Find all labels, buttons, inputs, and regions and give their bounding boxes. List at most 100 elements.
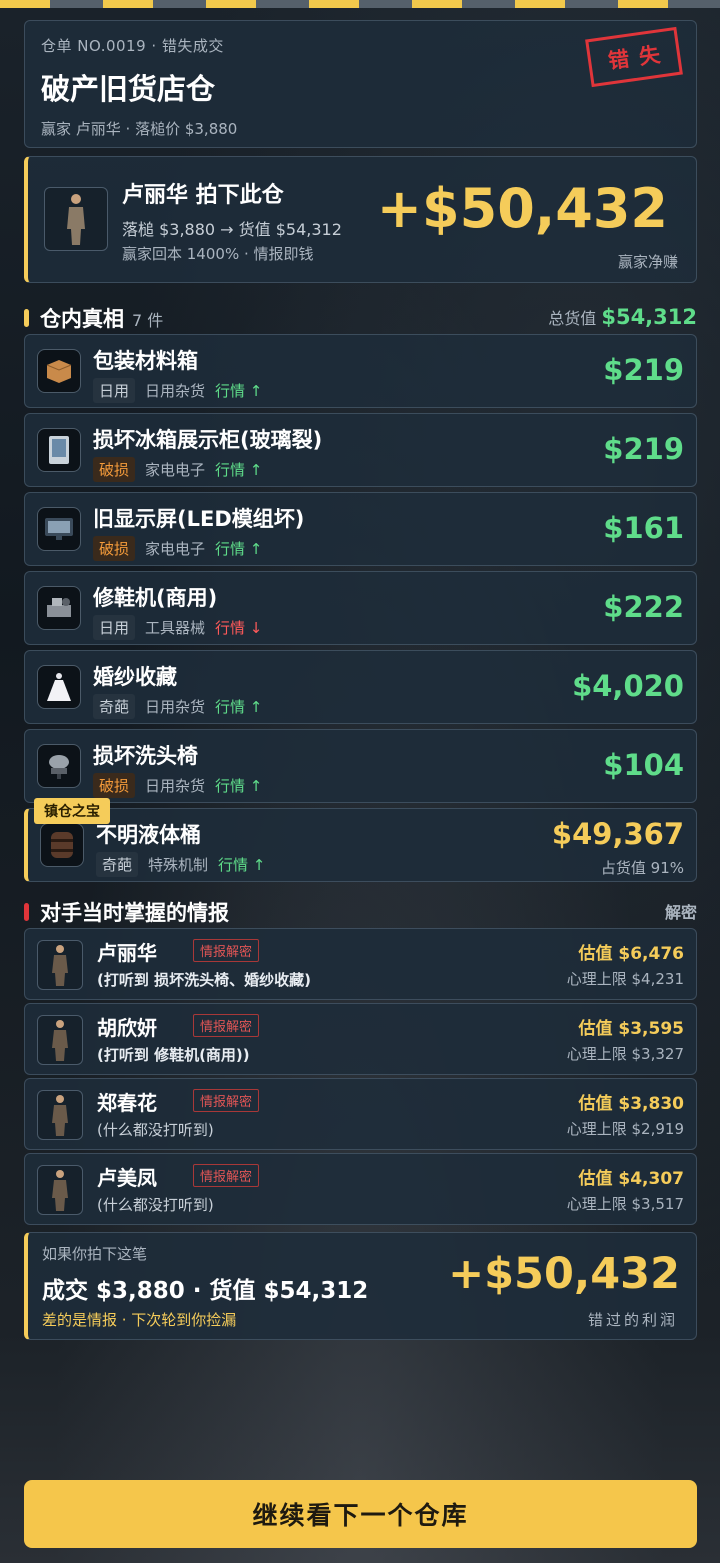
rival-limit: 心理上限 $2,919 [566, 1120, 684, 1138]
item-row[interactable]: 损坏洗头椅 破损 日用杂货 行情 ↑ $104 [24, 729, 697, 803]
dress-icon [37, 665, 81, 709]
rival-name: 郑春花 [97, 1091, 157, 1115]
treasure-badge: 镇仓之宝 [34, 798, 110, 824]
item-price: $219 [603, 432, 684, 466]
intel-section-header: 对手当时掌握的情报 解密 [24, 897, 697, 927]
rival-avatar [37, 940, 83, 990]
item-row[interactable]: 包装材料箱 日用 日用杂货 行情 ↑ $219 [24, 334, 697, 408]
rival-intel-row[interactable]: 卢美凤 情报解密 (什么都没打听到) 估值 $4,307 心理上限 $3,517 [24, 1153, 697, 1225]
total-value: $54,312 [601, 305, 697, 329]
rival-avatar [37, 1165, 83, 1215]
item-name: 包装材料箱 [93, 349, 198, 373]
item-price: $104 [603, 748, 684, 782]
treasure-category: 特殊机制 [148, 856, 209, 874]
winner-summary: 赢家 卢丽华 · 落槌价 $3,880 [41, 120, 238, 138]
treasure-price: $49,367 [551, 817, 684, 851]
rival-intel: (什么都没打听到) [97, 1196, 214, 1214]
person-icon [52, 945, 68, 986]
rival-intel: (打听到 损坏洗头椅、婚纱收藏) [97, 971, 311, 989]
rival-intel: (打听到 修鞋机(商用)) [97, 1046, 250, 1064]
rival-intel-row[interactable]: 郑春花 情报解密 (什么都没打听到) 估值 $3,830 心理上限 $2,919 [24, 1078, 697, 1150]
rival-intel-row[interactable]: 卢丽华 情报解密 (打听到 损坏洗头椅、婚纱收藏) 估值 $6,476 心理上限… [24, 928, 697, 1000]
next-warehouse-button[interactable]: 继续看下一个仓库 [24, 1480, 697, 1548]
item-price: $222 [603, 590, 684, 624]
intel-decrypt-label[interactable]: 情报解密 [193, 1014, 260, 1037]
items-section-title: 仓内真相 [40, 307, 124, 331]
decrypt-link[interactable]: 解密 [665, 899, 697, 923]
item-trend: 行情 ↑ [215, 540, 263, 558]
missed-profit-summary: 如果你拍下这笔 成交 $3,880 · 货值 $54,312 差的是情报 · 下… [24, 1232, 697, 1340]
item-name: 损坏洗头椅 [93, 744, 198, 768]
item-category: 日用杂货 [145, 777, 206, 795]
winner-profit-caption: 赢家净赚 [617, 253, 678, 271]
rival-estimate: 估值 $6,476 [578, 944, 684, 964]
rival-avatar [37, 1090, 83, 1140]
treasure-item[interactable]: 不明液体桶 奇葩 特殊机制 行情 ↑ $49,367 占货值 91% [24, 808, 697, 882]
missed-profit: +$50,432 [448, 1249, 680, 1299]
item-name: 婚纱收藏 [93, 665, 177, 689]
winner-avatar [44, 187, 108, 251]
warehouse-title: 破产旧货店仓 [41, 72, 216, 106]
item-price: $219 [603, 353, 684, 387]
person-icon [67, 194, 85, 245]
item-trend: 行情 ↑ [215, 461, 263, 479]
missed-profit-caption: 错过的利润 [587, 1311, 678, 1329]
intel-decrypt-label[interactable]: 情报解密 [193, 1089, 260, 1112]
item-condition-tag: 破损 [93, 773, 136, 798]
treasure-trend: 行情 ↑ [218, 856, 266, 874]
item-condition-tag: 日用 [93, 615, 136, 640]
item-category: 家电电子 [145, 540, 206, 558]
item-condition-tag: 奇葩 [93, 694, 136, 719]
item-price: $161 [603, 511, 684, 545]
rival-name: 卢丽华 [97, 941, 157, 965]
winner-profit: +$50,432 [376, 177, 668, 240]
item-row[interactable]: 损坏冰箱展示柜(玻璃裂) 破损 家电电子 行情 ↑ $219 [24, 413, 697, 487]
intel-decrypt-label[interactable]: 情报解密 [193, 939, 260, 962]
intel-decrypt-label[interactable]: 情报解密 [193, 1164, 260, 1187]
rival-intel-row[interactable]: 胡欣妍 情报解密 (打听到 修鞋机(商用)) 估值 $3,595 心理上限 $3… [24, 1003, 697, 1075]
winner-price-line: 落槌 $3,880 → 货值 $54,312 [122, 220, 342, 239]
summary-deal: 成交 $3,880 · 货值 $54,312 [42, 1278, 369, 1304]
top-hazard-stripe [0, 0, 720, 8]
warehouse-header-card: 仓单 NO.0019 · 错失成交 破产旧货店仓 赢家 卢丽华 · 落槌价 $3… [24, 20, 697, 148]
item-price: $4,020 [572, 669, 684, 703]
intel-section-title: 对手当时掌握的情报 [40, 901, 229, 925]
item-name: 修鞋机(商用) [93, 586, 218, 610]
monitor-icon [37, 507, 81, 551]
item-row[interactable]: 旧显示屏(LED模组坏) 破损 家电电子 行情 ↑ $161 [24, 492, 697, 566]
item-condition-tag: 日用 [93, 378, 136, 403]
item-category: 家电电子 [145, 461, 206, 479]
items-count: 7 件 [132, 311, 164, 330]
treasure-tag: 奇葩 [96, 852, 139, 877]
rival-limit: 心理上限 $3,327 [566, 1045, 684, 1063]
person-icon [52, 1095, 68, 1136]
winner-roi-line: 赢家回本 1400% · 情报即钱 [122, 245, 314, 263]
items-section-header: 仓内真相 7 件 总货值 $54,312 [24, 303, 697, 333]
rival-estimate: 估值 $3,595 [578, 1019, 684, 1039]
winner-card: 卢丽华 拍下此仓 落槌 $3,880 → 货值 $54,312 赢家回本 140… [24, 156, 697, 283]
rival-name: 胡欣妍 [97, 1016, 157, 1040]
item-category: 工具器械 [145, 619, 206, 637]
item-row[interactable]: 修鞋机(商用) 日用 工具器械 行情 ↓ $222 [24, 571, 697, 645]
fridge-icon [37, 428, 81, 472]
chair-icon [37, 744, 81, 788]
summary-hint: 差的是情报 · 下次轮到你捡漏 [42, 1311, 237, 1329]
item-category: 日用杂货 [145, 698, 206, 716]
barrel-icon [40, 823, 84, 867]
item-row[interactable]: 婚纱收藏 奇葩 日用杂货 行情 ↑ $4,020 [24, 650, 697, 724]
item-trend: 行情 ↑ [215, 777, 263, 795]
item-name: 损坏冰箱展示柜(玻璃裂) [93, 428, 323, 452]
item-trend: 行情 ↑ [215, 382, 263, 400]
summary-line1: 如果你拍下这笔 [42, 1245, 148, 1263]
rival-estimate: 估值 $3,830 [578, 1094, 684, 1114]
total-value-label: 总货值 [548, 309, 597, 328]
treasure-name: 不明液体桶 [96, 823, 201, 847]
rival-name: 卢美凤 [97, 1166, 157, 1190]
winner-name: 卢丽华 拍下此仓 [122, 183, 284, 208]
item-trend: 行情 ↑ [215, 698, 263, 716]
machine-icon [37, 586, 81, 630]
rival-avatar [37, 1015, 83, 1065]
rival-intel: (什么都没打听到) [97, 1121, 214, 1139]
rival-limit: 心理上限 $3,517 [566, 1195, 684, 1213]
item-condition-tag: 破损 [93, 457, 136, 482]
